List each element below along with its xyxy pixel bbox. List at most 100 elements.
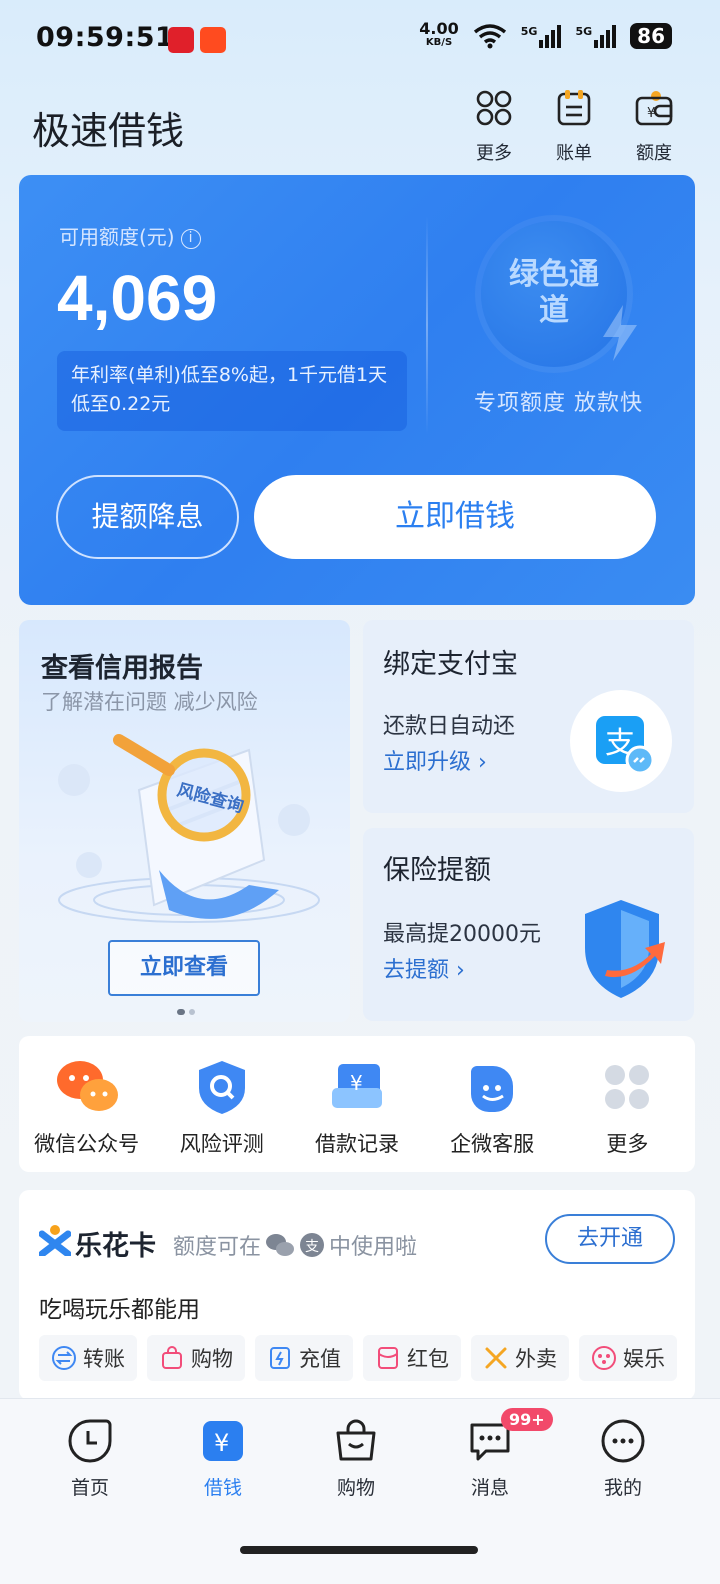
battery-indicator: 86 <box>630 23 672 49</box>
credit-report-subtitle: 了解潜在问题 减少风险 <box>41 690 258 714</box>
tag-transfer[interactable]: 转账 <box>39 1335 137 1381</box>
quick-wechat[interactable]: 微信公众号 <box>22 1058 152 1172</box>
nav-home-label: 首页 <box>70 1477 109 1499</box>
insurance-card-desc: 最高提20000元 <box>383 922 541 947</box>
quick-more[interactable]: 更多 <box>562 1058 692 1172</box>
alipay-logo-bg: 支 <box>570 690 672 792</box>
grid-dots-icon <box>476 90 512 126</box>
svg-text:¥: ¥ <box>214 1429 229 1457</box>
quick-loan-record-label: 借款记录 <box>314 1132 399 1156</box>
status-time: 09:59:51 <box>36 22 175 53</box>
lehua-tags: 转账 购物 充值 红包 外卖 娱乐 <box>39 1335 677 1381</box>
wechat-small-icon <box>266 1234 295 1256</box>
lehua-note: 额度可在 支 中使用啦 <box>173 1229 417 1261</box>
quick-loan-record[interactable]: ¥ 借款记录 <box>292 1058 422 1172</box>
home-clock-icon <box>68 1419 112 1463</box>
header-more-label: 更多 <box>476 143 512 164</box>
risk-shield-icon <box>198 1061 245 1114</box>
tag-red-packet[interactable]: 红包 <box>363 1335 461 1381</box>
credit-report-title: 查看信用报告 <box>41 653 203 684</box>
shield-icon <box>585 900 665 998</box>
transfer-icon <box>52 1346 76 1370</box>
net-speed: 4.00 KB/S <box>419 19 459 49</box>
green-channel-text: 绿色通道 <box>509 257 599 328</box>
quota-label: 可用额度(元) i <box>59 221 201 250</box>
recharge-icon <box>270 1347 290 1369</box>
raise-quota-button[interactable]: 提额降息 <box>56 475 239 559</box>
header-more-button[interactable]: 更多 <box>459 88 529 165</box>
special-quota-text: 专项额度 放款快 <box>474 391 643 416</box>
quick-customer-service[interactable]: 企微客服 <box>427 1058 557 1172</box>
loan-record-icon: ¥ <box>331 1064 382 1108</box>
shopping-bag-icon <box>162 1346 182 1369</box>
nav-home[interactable]: 首页 <box>40 1417 140 1500</box>
info-icon[interactable]: i <box>180 229 201 249</box>
quick-more-label: 更多 <box>606 1132 649 1156</box>
card-divider <box>426 215 428 435</box>
header-quota-label: 额度 <box>636 143 672 164</box>
tag-recharge[interactable]: 充值 <box>255 1335 353 1381</box>
carousel-dots <box>177 1009 195 1015</box>
wechat-icon <box>56 1061 118 1111</box>
page-title: 极速借钱 <box>32 109 185 153</box>
report-illustration: 风险查询 <box>58 734 320 923</box>
red-packet-icon <box>378 1347 398 1369</box>
message-badge: 99+ <box>501 1408 553 1431</box>
lehua-title: 乐花卡 <box>75 1231 156 1262</box>
quick-customer-service-label: 企微客服 <box>450 1132 535 1156</box>
wallet-icon: ¥ <box>635 91 673 126</box>
lehua-card: 乐花卡 额度可在 支 中使用啦 去开通 吃喝玩乐都能用 转账 购物 充值 红包 <box>19 1190 695 1400</box>
credit-report-card[interactable]: 查看信用报告 了解潜在问题 减少风险 风险查询 立即查看 <box>19 620 350 1022</box>
quota-card: 可用额度(元) i 4,069 年利率(单利)低至8%起，1千元借1天低至0.22… <box>19 175 695 605</box>
tmall-app-icon <box>168 27 194 53</box>
tag-takeout[interactable]: 外卖 <box>471 1335 569 1381</box>
quick-risk[interactable]: 风险评测 <box>157 1058 287 1172</box>
more-grid-icon <box>605 1065 650 1109</box>
lehua-open-button[interactable]: 去开通 <box>545 1214 675 1264</box>
borrow-yuan-icon: ¥ <box>203 1421 243 1461</box>
nav-mine[interactable]: 我的 <box>573 1417 673 1500</box>
lehua-subtitle: 吃喝玩乐都能用 <box>39 1297 200 1323</box>
takeout-icon <box>485 1347 507 1369</box>
insurance-raise-link[interactable]: 去提额 › <box>383 952 465 984</box>
view-report-button[interactable]: 立即查看 <box>108 940 260 996</box>
insurance-card-title: 保险提额 <box>383 855 491 886</box>
alipay-upgrade-link[interactable]: 立即升级 › <box>383 744 487 776</box>
quick-menu: 微信公众号 风险评测 ¥ 借款记录 企微客服 更多 <box>19 1036 695 1172</box>
alipay-card-desc: 还款日自动还 <box>383 714 516 739</box>
status-indicators: 4.00 KB/S 5G 5G 86 <box>419 19 672 50</box>
nav-borrow-label: 借钱 <box>203 1477 242 1499</box>
game-icon <box>592 1346 616 1370</box>
svg-text:¥: ¥ <box>350 1071 363 1095</box>
cell-signal-1: 5G <box>521 24 562 48</box>
borrow-now-button[interactable]: 立即借钱 <box>254 475 656 559</box>
bind-alipay-card[interactable]: 绑定支付宝 还款日自动还 立即升级 › 支 <box>363 620 694 813</box>
header-bill-label: 账单 <box>556 143 592 164</box>
rate-info: 年利率(单利)低至8%起，1千元借1天低至0.22元 <box>57 351 407 431</box>
nav-shopping-label: 购物 <box>336 1477 375 1499</box>
lehua-logo-icon <box>39 1225 71 1256</box>
quick-risk-label: 风险评测 <box>179 1132 264 1156</box>
profile-dots-icon <box>601 1419 645 1463</box>
wifi-icon <box>473 24 506 49</box>
bottom-nav: 首页 ¥ 借钱 购物 消息 我的 <box>0 1398 720 1584</box>
home-indicator[interactable] <box>240 1546 478 1554</box>
customer-service-icon <box>471 1066 514 1112</box>
quick-wechat-label: 微信公众号 <box>34 1132 140 1156</box>
nav-mine-label: 我的 <box>603 1477 642 1499</box>
header-bill-button[interactable]: 账单 <box>539 88 609 165</box>
tag-entertainment[interactable]: 娱乐 <box>579 1335 677 1381</box>
alipay-small-icon: 支 <box>300 1233 325 1257</box>
quota-value: 4,069 <box>57 262 218 334</box>
bill-icon <box>557 90 591 126</box>
taobao-app-icon <box>200 27 226 53</box>
nav-borrow[interactable]: ¥ 借钱 <box>173 1417 273 1500</box>
svg-text:支: 支 <box>305 1239 319 1255</box>
header-quota-button[interactable]: ¥ 额度 <box>619 88 689 165</box>
nav-messages-label: 消息 <box>470 1477 509 1499</box>
shopping-bag-nav-icon <box>336 1419 376 1461</box>
tag-shopping[interactable]: 购物 <box>147 1335 245 1381</box>
cell-signal-2: 5G <box>575 24 617 48</box>
insurance-quota-card[interactable]: 保险提额 最高提20000元 去提额 › <box>363 828 694 1021</box>
nav-shopping[interactable]: 购物 <box>306 1417 406 1500</box>
